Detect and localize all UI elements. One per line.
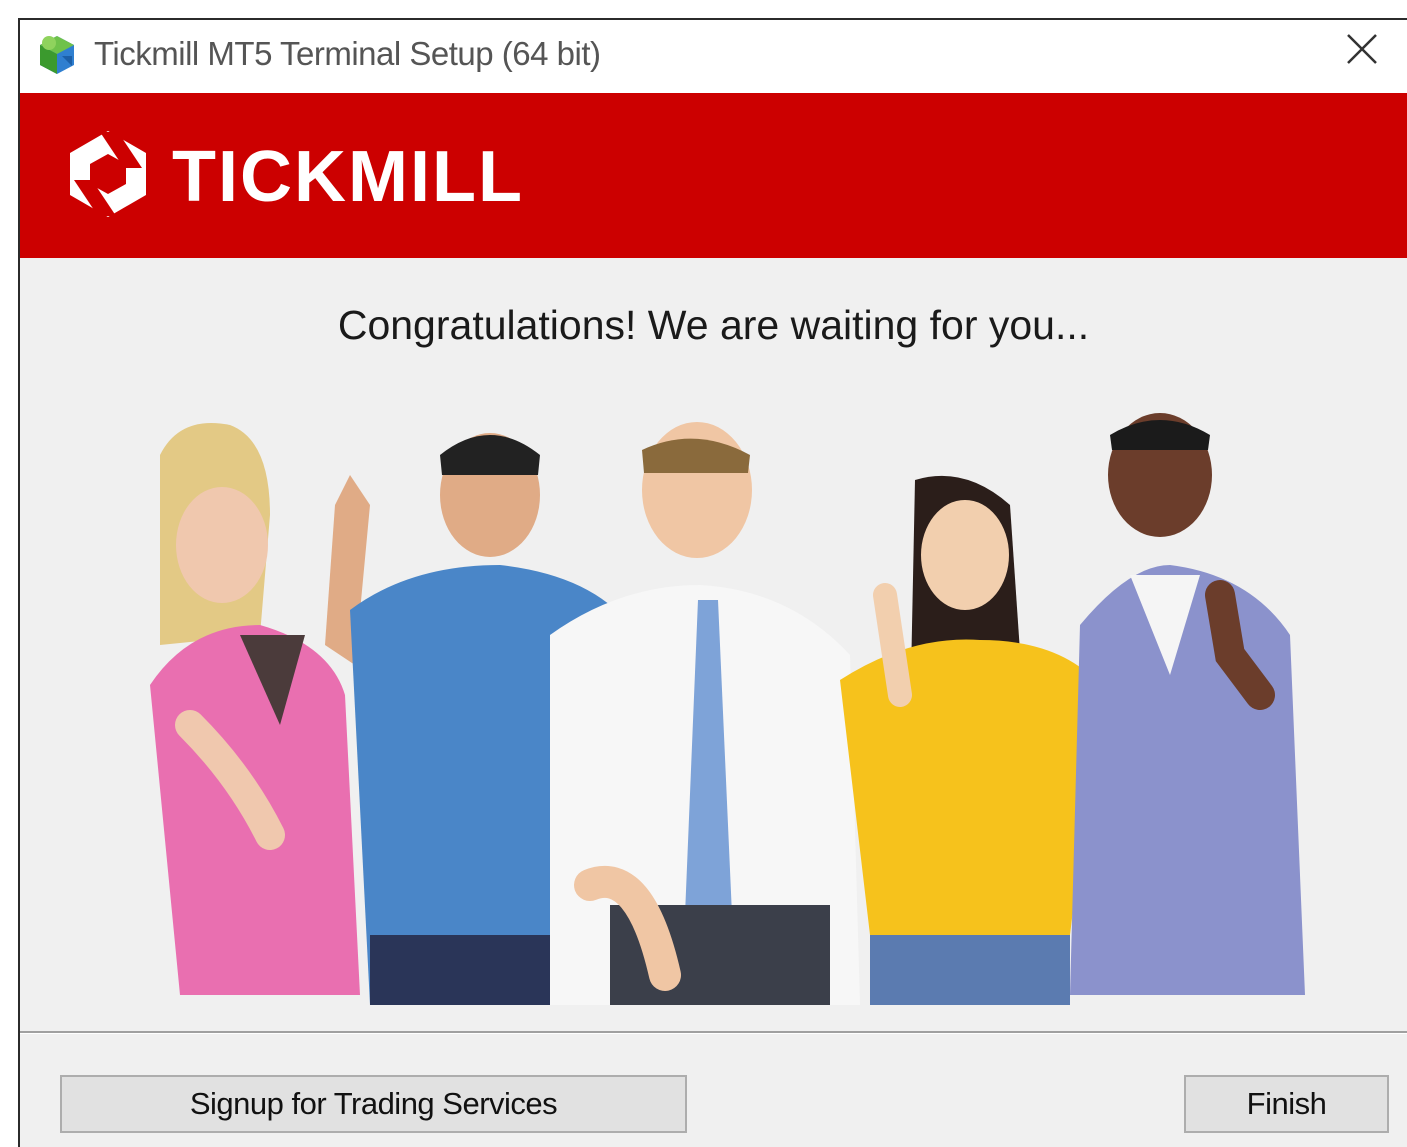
installer-icon	[34, 32, 80, 78]
tickmill-logo-icon	[62, 128, 154, 225]
person-man-suit	[1070, 413, 1305, 995]
window-title: Tickmill MT5 Terminal Setup (64 bit)	[94, 35, 601, 72]
person-woman-yellow	[840, 475, 1100, 1005]
brand-banner: TICKMILL	[20, 93, 1407, 258]
setup-window: Tickmill MT5 Terminal Setup (64 bit) TIC…	[18, 18, 1407, 1147]
tickmill-logo: TICKMILL	[62, 128, 524, 225]
finish-button[interactable]: Finish	[1184, 1075, 1389, 1133]
close-button[interactable]	[1317, 20, 1407, 83]
signup-button[interactable]: Signup for Trading Services	[60, 1075, 687, 1133]
logo-wordmark: TICKMILL	[172, 136, 524, 217]
close-icon	[1345, 32, 1379, 71]
team-illustration	[120, 395, 1320, 1005]
person-woman-pink	[150, 423, 360, 995]
headline: Congratulations! We are waiting for you.…	[337, 302, 1090, 348]
footer-divider	[20, 1031, 1407, 1034]
person-man-tie	[550, 422, 860, 1005]
title-bar: Tickmill MT5 Terminal Setup (64 bit)	[20, 20, 1407, 93]
